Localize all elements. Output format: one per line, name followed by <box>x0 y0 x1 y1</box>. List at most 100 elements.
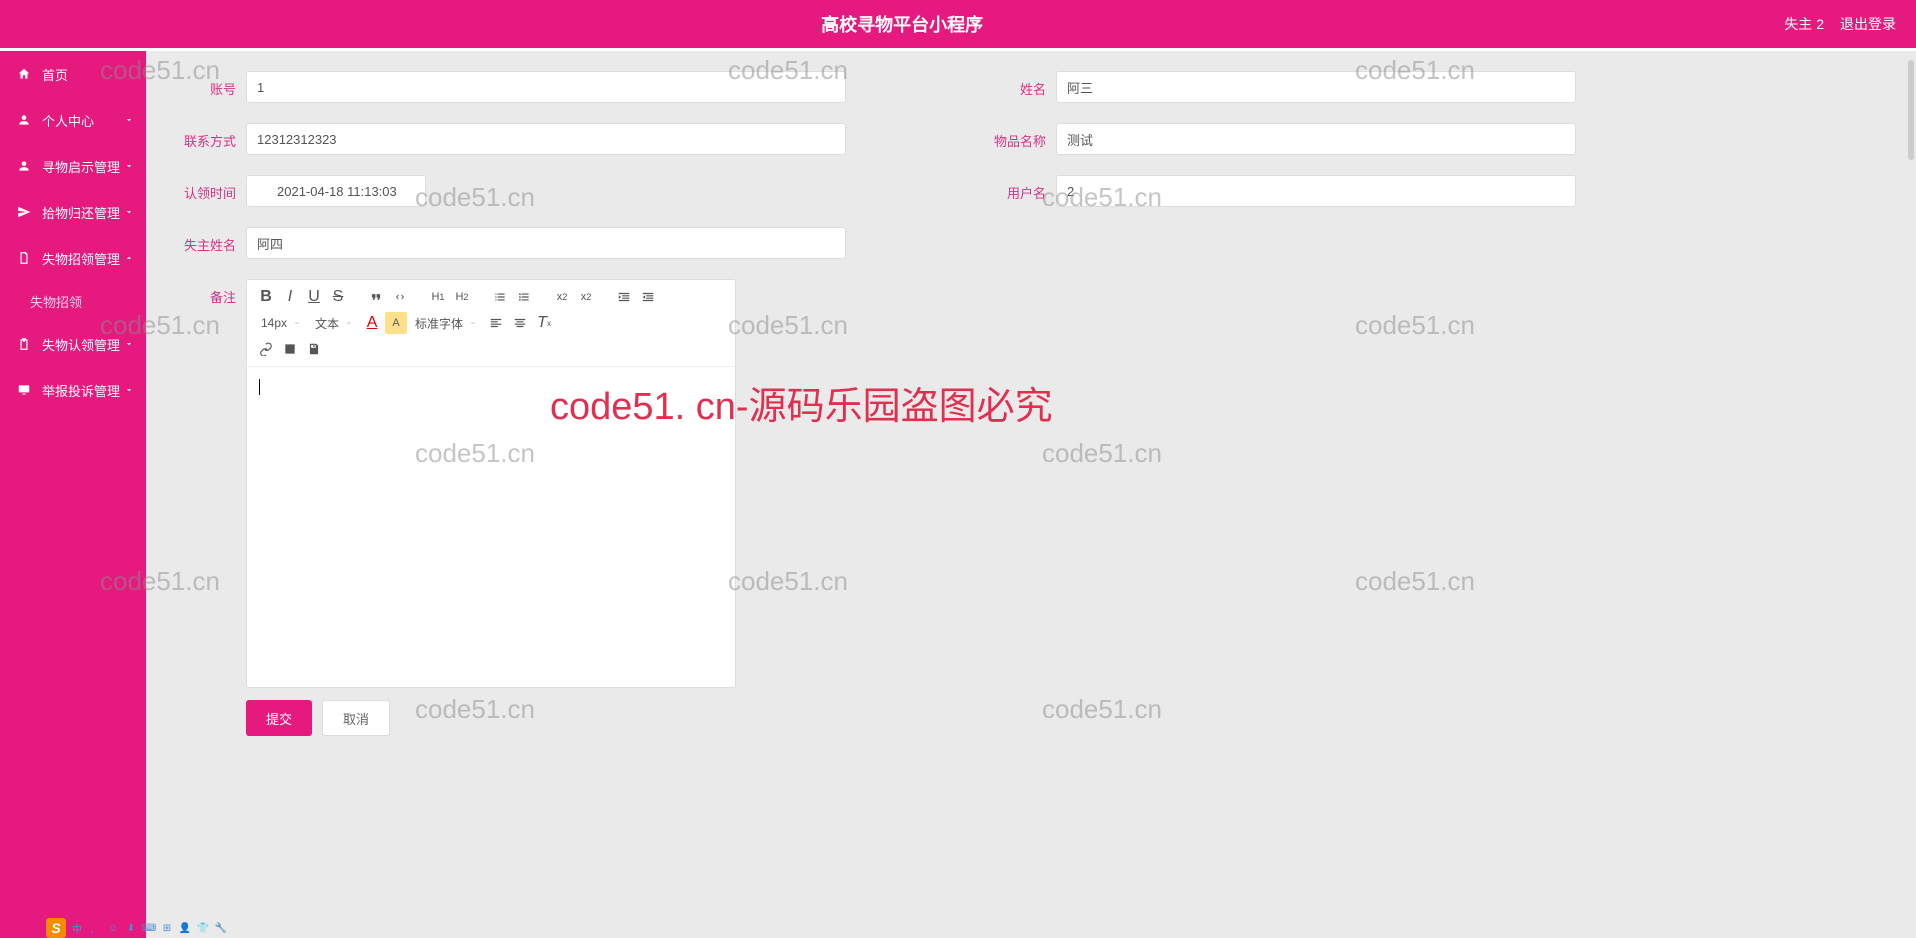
bg-color-icon[interactable]: A <box>385 312 407 334</box>
fontsize-select[interactable]: 14px <box>255 312 307 334</box>
chevron-down-icon <box>124 339 134 349</box>
sidebar-item-label: 举报投诉管理 <box>42 381 120 400</box>
subscript-icon[interactable]: x2 <box>551 286 573 308</box>
style-select[interactable]: 文本 <box>309 312 359 334</box>
contact-label: 联系方式 <box>166 123 246 150</box>
superscript-icon[interactable]: x2 <box>575 286 597 308</box>
user-label[interactable]: 失主 2 <box>1784 14 1824 34</box>
italic-icon[interactable]: I <box>279 286 301 308</box>
sidebar-item-home[interactable]: 首页 <box>0 51 146 97</box>
claim-time-label: 认领时间 <box>166 175 246 202</box>
ordered-list-icon[interactable] <box>489 286 511 308</box>
name-label: 姓名 <box>976 71 1056 98</box>
loser-label: 失主姓名 <box>166 227 246 254</box>
contact-input[interactable] <box>246 123 846 155</box>
name-input[interactable] <box>1056 71 1576 103</box>
form-row: 联系方式 物品名称 <box>166 123 1876 155</box>
indent-icon[interactable] <box>613 286 635 308</box>
ime-btn[interactable]: 中 <box>68 920 86 936</box>
remark-label: 备注 <box>166 279 246 306</box>
ime-btn[interactable]: ⬇ <box>122 920 140 936</box>
font-color-icon[interactable]: A <box>361 312 383 334</box>
sidebar-item-lost-notice[interactable]: 寻物启示管理 <box>0 143 146 189</box>
account-input[interactable] <box>246 71 846 103</box>
sidebar: 首页 个人中心 寻物启示管理 拾物归还管理 失物招领管理 失物招领 <box>0 51 146 938</box>
rich-editor: B I U S H1 H2 <box>246 279 736 688</box>
sidebar-item-report[interactable]: 举报投诉管理 <box>0 367 146 413</box>
sogou-ime-icon[interactable]: S <box>46 918 66 938</box>
link-icon[interactable] <box>255 338 277 360</box>
sidebar-item-label: 寻物启示管理 <box>42 157 120 176</box>
form-col: 认领时间 <box>166 175 846 207</box>
sidebar-item-label: 拾物归还管理 <box>42 203 120 222</box>
text-cursor <box>259 379 260 395</box>
clear-format-icon[interactable]: Tx <box>533 312 555 334</box>
scrollbar[interactable] <box>1908 60 1914 160</box>
loser-input[interactable] <box>246 227 846 259</box>
ime-btn[interactable]: 👕 <box>194 920 212 936</box>
header: 高校寻物平台小程序 失主 2 退出登录 <box>0 0 1916 48</box>
code-icon[interactable] <box>389 286 411 308</box>
monitor-icon <box>16 382 32 398</box>
form-col: 失主姓名 <box>166 227 846 259</box>
clipboard-icon <box>16 336 32 352</box>
form-row: 失主姓名 <box>166 227 1876 259</box>
content: 账号 姓名 联系方式 物品名称 认领时间 <box>146 51 1916 938</box>
align-left-icon[interactable] <box>485 312 507 334</box>
editor-wrap: B I U S H1 H2 <box>246 279 736 736</box>
header-right: 失主 2 退出登录 <box>1784 14 1896 34</box>
submit-button[interactable]: 提交 <box>246 700 312 736</box>
fontfamily-select[interactable]: 标准字体 <box>409 312 483 334</box>
editor-body[interactable] <box>247 367 735 687</box>
form-col: 姓名 <box>976 71 1576 103</box>
form-col: 备注 B I U S H1 H2 <box>166 279 1876 736</box>
chevron-down-icon <box>124 161 134 171</box>
ime-btn[interactable]: ☺ <box>104 920 122 936</box>
sidebar-item-claim[interactable]: 失物认领管理 <box>0 321 146 367</box>
username-input[interactable] <box>1056 175 1576 207</box>
sidebar-item-lost-found[interactable]: 失物招领管理 <box>0 235 146 281</box>
ime-btn[interactable]: ⊞ <box>158 920 176 936</box>
form-row: 认领时间 用户名 <box>166 175 1876 207</box>
item-input[interactable] <box>1056 123 1576 155</box>
sidebar-item-label: 失物招领管理 <box>42 249 120 268</box>
doc-icon <box>16 250 32 266</box>
chevron-down-icon <box>124 207 134 217</box>
form-col: 联系方式 <box>166 123 846 155</box>
bold-icon[interactable]: B <box>255 286 277 308</box>
strike-icon[interactable]: S <box>327 286 349 308</box>
logout-button[interactable]: 退出登录 <box>1840 14 1896 34</box>
button-row: 提交 取消 <box>246 700 736 736</box>
save-icon[interactable] <box>303 338 325 360</box>
form-row: 备注 B I U S H1 H2 <box>166 279 1876 736</box>
item-label: 物品名称 <box>976 123 1056 150</box>
chevron-down-icon <box>124 385 134 395</box>
date-wrap <box>246 175 426 207</box>
sidebar-item-found-return[interactable]: 拾物归还管理 <box>0 189 146 235</box>
ime-taskbar: 中 、 ☺ ⬇ ⌨ ⊞ 👤 👕 🔧 <box>68 920 230 936</box>
ime-btn[interactable]: 🔧 <box>212 920 230 936</box>
editor-toolbar: B I U S H1 H2 <box>247 280 735 367</box>
ime-btn[interactable]: 、 <box>86 920 104 936</box>
sidebar-subitem-lost-found[interactable]: 失物招领 <box>0 281 146 321</box>
form-row: 账号 姓名 <box>166 71 1876 103</box>
cancel-button[interactable]: 取消 <box>322 700 390 736</box>
ime-btn[interactable]: ⌨ <box>140 920 158 936</box>
sidebar-item-label: 首页 <box>42 65 68 84</box>
outdent-icon[interactable] <box>637 286 659 308</box>
form-col: 账号 <box>166 71 846 103</box>
h1-icon[interactable]: H1 <box>427 286 449 308</box>
ime-btn[interactable]: 👤 <box>176 920 194 936</box>
sidebar-item-label: 失物认领管理 <box>42 335 120 354</box>
image-icon[interactable] <box>279 338 301 360</box>
underline-icon[interactable]: U <box>303 286 325 308</box>
quote-icon[interactable] <box>365 286 387 308</box>
send-icon <box>16 204 32 220</box>
app-title: 高校寻物平台小程序 <box>20 11 1784 37</box>
h2-icon[interactable]: H2 <box>451 286 473 308</box>
align-center-icon[interactable] <box>509 312 531 334</box>
claim-time-input[interactable] <box>246 175 426 207</box>
sidebar-item-profile[interactable]: 个人中心 <box>0 97 146 143</box>
unordered-list-icon[interactable] <box>513 286 535 308</box>
user-icon <box>16 158 32 174</box>
